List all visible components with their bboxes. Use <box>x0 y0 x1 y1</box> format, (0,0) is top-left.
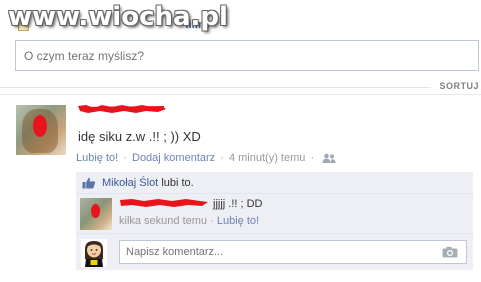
comment-text: jjjjj .!! ; DD <box>213 198 263 210</box>
feed-divider <box>0 94 481 95</box>
like-link[interactable]: Lubię to! <box>76 152 118 164</box>
sort-row: SORTUJ <box>0 80 481 94</box>
commenter-name-censored <box>120 199 208 207</box>
censor-mark <box>33 115 47 137</box>
comment-input-box[interactable] <box>119 240 467 264</box>
comment-meta: kilka sekund temu · Lubię to! <box>119 215 259 227</box>
reply-row <box>76 234 473 270</box>
feedback-box: Mikołaj Ślot lubi to. jjjjj .!! ; DD kil… <box>76 172 473 270</box>
friends-icon[interactable] <box>322 153 336 164</box>
likes-row: Mikołaj Ślot lubi to. <box>76 172 473 194</box>
sort-divider <box>0 87 431 88</box>
current-user-avatar <box>81 239 107 267</box>
status-input[interactable] <box>16 41 478 70</box>
thumbs-up-icon <box>82 177 96 189</box>
camera-icon[interactable] <box>442 246 458 258</box>
separator: · <box>310 152 315 164</box>
post-actions: Lubię to! · Dodaj komentarz · 4 minut(y)… <box>76 152 336 164</box>
avatar[interactable] <box>16 105 66 155</box>
comment-like-link[interactable]: Lubię to! <box>217 215 259 227</box>
post-text: idę siku z.w .!! ; )) XD <box>78 129 201 144</box>
post-timestamp[interactable]: 4 minut(y) temu <box>229 152 305 164</box>
comment-item: jjjjj .!! ; DD kilka sekund temu · Lubię… <box>76 194 473 234</box>
status-composer[interactable] <box>15 40 479 71</box>
comment-timestamp[interactable]: kilka sekund temu <box>119 215 207 227</box>
separator: · <box>210 215 214 227</box>
comment-input[interactable] <box>120 241 466 263</box>
liker-name-link[interactable]: Mikołaj Ślot <box>102 177 158 189</box>
add-comment-link[interactable]: Dodaj komentarz <box>132 152 215 164</box>
likes-suffix: lubi to. <box>161 177 194 189</box>
watermark: www.wiocha.pl <box>8 2 228 32</box>
separator: · <box>220 152 224 164</box>
censor-mark <box>91 204 100 218</box>
likes-sentence: Mikołaj Ślot lubi to. <box>102 177 194 189</box>
commenter-avatar[interactable] <box>80 198 112 230</box>
sort-button[interactable]: SORTUJ <box>439 81 479 91</box>
separator: · <box>123 152 127 164</box>
author-name-censored <box>78 105 166 113</box>
